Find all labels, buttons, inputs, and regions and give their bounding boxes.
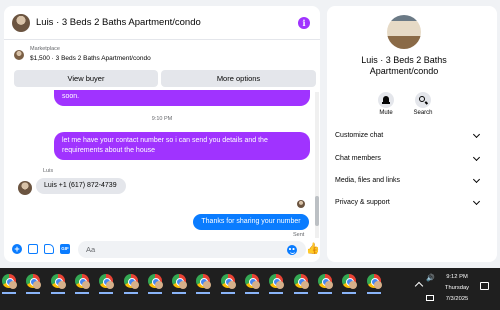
taskbar-running-indicator <box>99 292 114 294</box>
menu-privacy-support[interactable]: Privacy & support <box>335 195 483 211</box>
taskbar-running-indicator <box>293 292 308 294</box>
message-bubble: Luis +1 (617) 872-4739 <box>36 178 126 194</box>
mute-label: Mute <box>379 110 393 116</box>
system-clock[interactable]: 9:12 PM Thursday 7/3/2025 <box>438 272 476 305</box>
taskbar-running-indicator <box>366 292 381 294</box>
scrollbar[interactable] <box>315 92 319 238</box>
taskbar-running-indicator <box>50 292 65 294</box>
conversation-info-panel: Luis · 3 Beds 2 Baths Apartment/condo Mu… <box>327 6 497 262</box>
view-buyer-button[interactable]: View buyer <box>14 70 158 87</box>
chrome-profile-icon[interactable] <box>2 274 17 289</box>
speaker-icon[interactable]: 🔊 <box>426 274 435 282</box>
conversation-avatar[interactable] <box>387 15 421 49</box>
taskbar-running-indicator <box>26 292 41 294</box>
chrome-profile-icon[interactable] <box>342 274 358 289</box>
marketplace-label: Marketplace <box>30 46 60 52</box>
chrome-profile-icon[interactable] <box>245 274 260 289</box>
photo-icon[interactable] <box>28 244 38 254</box>
chevron-down-icon <box>472 175 481 184</box>
message-bubble: soon. <box>54 90 310 106</box>
notification-icon[interactable] <box>480 282 489 290</box>
menu-media-files-links[interactable]: Media, files and links <box>335 173 483 189</box>
clock-day: Thursday <box>444 285 470 291</box>
avatar[interactable] <box>12 13 30 32</box>
chrome-profile-icon[interactable] <box>366 274 382 289</box>
clock-time: 9:12 PM <box>446 274 468 280</box>
chevron-down-icon <box>472 130 481 139</box>
taskbar-running-indicator <box>220 292 235 294</box>
more-options-button[interactable]: More options <box>161 70 316 87</box>
taskbar-running-indicator <box>342 292 357 294</box>
bell-icon <box>378 92 394 108</box>
seen-avatar <box>297 200 305 208</box>
message-bubble: Thanks for sharing your number <box>193 214 309 230</box>
search-button[interactable]: Search <box>409 92 437 116</box>
sticker-icon[interactable] <box>44 244 54 254</box>
message-input[interactable] <box>78 241 306 258</box>
chrome-profile-icon[interactable] <box>26 274 42 289</box>
taskbar-running-indicator <box>196 292 211 294</box>
chrome-profile-icon[interactable] <box>293 274 309 289</box>
message-timestamp: 9:10 PM <box>151 116 173 122</box>
listing-text: $1,500 · 3 Beds 2 Baths Apartment/condo <box>30 55 151 62</box>
sender-name: Luis <box>43 168 54 174</box>
chrome-profile-icon[interactable] <box>196 274 212 289</box>
search-label: Search <box>413 110 433 116</box>
conversation-name: Luis · 3 Beds 2 Baths Apartment/condo <box>361 55 447 76</box>
taskbar-running-indicator <box>147 292 162 294</box>
menu-chat-members[interactable]: Chat members <box>335 151 483 167</box>
taskbar-running-indicator <box>317 292 332 294</box>
plus-icon[interactable]: + <box>12 244 22 254</box>
chrome-profile-icon[interactable] <box>74 274 90 289</box>
gif-icon[interactable]: GIF <box>60 244 70 254</box>
chrome-profile-icon[interactable] <box>317 274 333 289</box>
message-bubble: let me have your contact number so i can… <box>54 132 310 160</box>
taskbar-running-indicator <box>123 292 138 294</box>
search-icon <box>415 92 431 108</box>
scrollbar-thumb[interactable] <box>315 196 319 226</box>
thumbs-up-icon[interactable]: 👍 <box>306 242 320 255</box>
chrome-profile-icon[interactable] <box>99 274 115 289</box>
taskbar-running-indicator <box>172 292 187 294</box>
chrome-profile-icon[interactable] <box>147 274 163 289</box>
taskbar-running-indicator <box>74 292 89 294</box>
mute-button[interactable]: Mute <box>372 92 400 116</box>
chrome-profile-icon[interactable] <box>172 274 188 289</box>
sender-avatar[interactable] <box>18 181 32 195</box>
chat-panel: Luis · 3 Beds 2 Baths Apartment/condo i … <box>4 6 320 262</box>
chat-title[interactable]: Luis · 3 Beds 2 Baths Apartment/condo <box>36 17 201 28</box>
taskbar-running-indicator <box>245 292 259 294</box>
taskbar: 🔊 9:12 PM Thursday 7/3/2025 <box>0 268 500 310</box>
composer: + GIF 👍 <box>4 238 320 262</box>
chrome-profile-icon[interactable] <box>220 274 236 289</box>
info-icon[interactable]: i <box>298 17 310 29</box>
taskbar-running-indicator <box>269 292 284 294</box>
marketplace-listing[interactable]: Marketplace $1,500 · 3 Beds 2 Baths Apar… <box>12 46 314 66</box>
message-list[interactable]: soon. 9:10 PM let me have your contact n… <box>4 90 320 238</box>
chat-bubble-icon[interactable] <box>426 295 434 301</box>
chrome-profile-icon[interactable] <box>50 274 66 289</box>
chrome-profile-icon[interactable] <box>123 274 139 289</box>
menu-customize-chat[interactable]: Customize chat <box>335 128 483 144</box>
chrome-profile-icon[interactable] <box>269 274 285 289</box>
chat-header: Luis · 3 Beds 2 Baths Apartment/condo i <box>4 6 320 40</box>
chevron-down-icon <box>472 153 481 162</box>
chevron-up-icon[interactable] <box>414 281 424 291</box>
taskbar-running-indicator <box>2 292 16 294</box>
listing-thumbnail <box>14 50 24 60</box>
clock-date: 7/3/2025 <box>445 296 469 302</box>
emoji-icon[interactable] <box>287 245 297 255</box>
chevron-down-icon <box>472 197 481 206</box>
